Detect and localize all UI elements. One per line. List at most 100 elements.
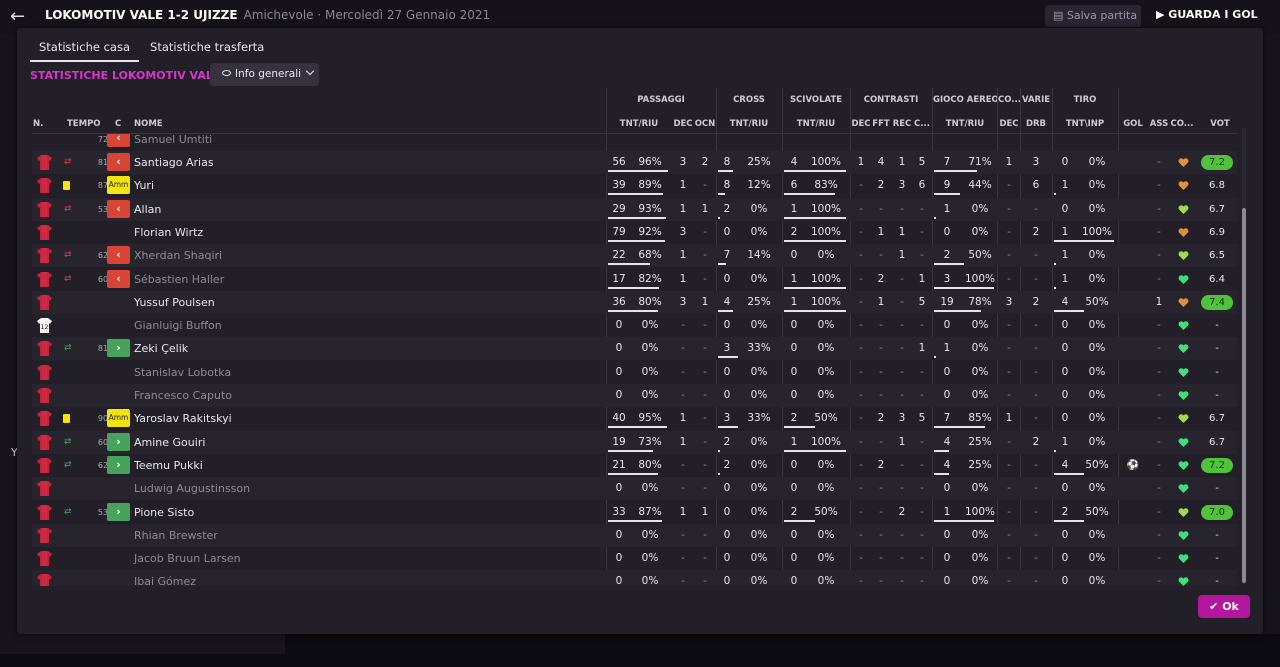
col-pass-dec[interactable]: DEC [672,119,694,131]
table-row[interactable]: ⇄ 62 ‹ Xherdan Shaqiri 22 68% 1-7 14% 0 0% - -1-2 50… [32,244,1237,268]
col-varie-drb[interactable]: DRB [1021,119,1051,131]
col-number[interactable]: N. [33,119,43,129]
player-name[interactable]: Samuel Umtiti [134,134,212,151]
table-row[interactable]: Ibai Gómez 0 0% - - 0 0% 0 0% - - - - 0 0% - - 0 0% - - [32,570,1237,586]
player-name[interactable]: Francesco Caputo [134,384,232,407]
table-row[interactable]: Jacob Bruun Larsen 0 0% - - 0 0% 0 0% - - - - 0 0% - - 0 0… [32,547,1237,570]
stat-cross-percent: 0% [750,202,768,215]
table-row[interactable]: ⇄ 60 ‹ Sébastien Haller 17 82% 1-0 0% 1 100% -2-1 3… [32,268,1237,291]
table-row[interactable]: Florian Wirtz 79 92% 3-0 0% 2 100% -1 1-0 0% -2 1 10… [32,221,1237,244]
stat-dribbles: 2 [1032,295,1040,308]
table-row[interactable]: ⇄ 62 › Teemu Pukki 21 80% - -2 0% 0 0% -2- -4 25% - -4 5… [32,454,1237,477]
col-tiro-tnt[interactable]: TNT\INP [1053,119,1117,131]
back-arrow-icon[interactable]: ← [10,6,25,27]
group-co: CO... [998,95,1020,105]
shirt-icon [37,248,52,264]
player-name[interactable]: Amine Gouiri [134,431,205,454]
col-co-dec[interactable]: DEC [998,119,1020,131]
player-name[interactable]: Santiago Arias [134,151,214,174]
stat-con-c: - [920,575,924,586]
table-row[interactable]: Francesco Caputo 0 0% - - 0 0% 0 0% - - - - 0 0% - - 0 0% -… [32,384,1237,407]
player-name[interactable]: Zeki Çelik [134,337,188,360]
table-row-partial[interactable]: 72 ‹ Samuel Umtiti [32,134,1237,151]
player-name[interactable]: Sébastien Haller [134,268,224,291]
table-row[interactable]: ⇄ 53 ‹ Allan 29 93% 1 1 2 0% 1 100% - - - -1 0% - -0 0% -6.7 [32,197,1237,221]
stats-tabs: Statistiche casa Statistiche trasferta [30,28,275,64]
table-row[interactable]: 90 Amm Yaroslav Rakitskyi 40 95% 1-3 33% 2 50% -2… [32,407,1237,430]
col-con-c[interactable]: C... [912,119,932,131]
table-row[interactable]: Stanislav Lobotka 0 0% - - 0 0% 0 0% - - - - 0 0% - - 0 0%… [32,361,1237,384]
stat-bar [784,193,836,196]
sub-on-arrows-icon: ⇄ [64,459,72,470]
player-name[interactable]: Ibai Gómez [134,570,196,586]
table-row[interactable]: Yussuf Poulsen 36 80% 3 1 4 25% 1 100% -1-5 19 78% 3… [32,290,1237,314]
table-row[interactable]: ⇄ 81 › Zeki Çelik 0 0% - -3 33% 0 0% - - -1 1 0% - -0 0% - - [32,337,1237,361]
col-ass[interactable]: ASS [1146,119,1172,131]
table-row[interactable]: 87 Amm Yuri 39 89% 1-8 12% 6 83% -2 3 6 9 44% -6 1 0% -6.… [32,174,1237,197]
stat-shots-percent: 0% [1088,319,1106,332]
player-name[interactable]: Xherdan Shaqiri [134,244,222,267]
stat-bar [1054,449,1056,452]
table-row[interactable]: 12 Gianluigi Buffon 0 0% - - 0 0% 0 0% - - - - 0 0% - - 0 0… [32,314,1237,337]
stat-dribbles: 2 [1032,435,1040,448]
stat-con-rec: 3 [898,179,906,192]
table-row[interactable]: Rhian Brewster 0 0% - - 0 0% 0 0% - - - - 0 0% - - 0 0% - - [32,523,1237,547]
col-pass-ocn[interactable]: OCN [694,119,716,131]
view-dropdown[interactable]: Info generali [210,63,319,86]
table-row[interactable]: ⇄ 53 › Pione Sisto 33 87% 1 1 0 0% 2 50% - -2-1 100% - -… [32,501,1237,524]
stat-bar [784,519,815,522]
col-cond[interactable]: CO... [1170,119,1194,131]
tab-home-stats[interactable]: Statistiche casa [30,28,140,62]
col-pass-tnt[interactable]: TNT/RIU [607,119,671,131]
stat-cross-percent: 0% [750,435,768,448]
scrollbar-thumb[interactable] [1242,208,1246,583]
table-row[interactable]: ⇄ 81 ‹ Santiago Arias 56 96% 3 2 8 25% 4 100% 1 4 1 5 7 7… [32,151,1237,174]
col-con-dec[interactable]: DEC [851,119,871,131]
sub-on-arrows-icon: ⇄ [64,506,72,517]
col-con-rec[interactable]: REC [892,119,912,131]
stat-co-dec: - [1007,389,1011,401]
shirt-icon [37,201,52,217]
col-c[interactable]: C [115,119,121,129]
player-name[interactable]: Stanislav Lobotka [134,361,231,384]
tab-away-stats[interactable]: Statistiche trasferta [141,28,273,62]
stat-pass-dec: - [681,458,685,471]
col-nome[interactable]: NOME [134,119,163,129]
table-row[interactable]: ⇄ 60 › Amine Gouiri 19 73% 1-2 0% 1 100% - -1-4 25% -… [32,430,1237,454]
col-aereo-tnt[interactable]: TNT/RIU [933,119,997,131]
player-name[interactable]: Florian Wirtz [134,221,203,244]
stat-co-dec: 3 [1005,295,1013,308]
player-name[interactable]: Yussuf Poulsen [134,291,215,314]
col-gol[interactable]: GOL [1120,119,1146,131]
player-name[interactable]: Teemu Pukki [134,454,203,477]
player-name[interactable]: Jacob Bruun Larsen [134,547,241,570]
ok-label: Ok [1222,600,1239,613]
ok-button[interactable]: ✔ Ok [1198,595,1250,618]
col-tempo[interactable]: TEMPO [67,119,101,129]
col-cross-tnt[interactable]: TNT/RIU [717,119,781,131]
player-name[interactable]: Ludwig Augustinsson [134,477,250,500]
table-row[interactable]: Ludwig Augustinsson 0 0% - - 0 0% 0 0% - - - - 0 0% - - 0… [32,477,1237,501]
save-match-button[interactable]: ▤ Salva partita [1045,5,1141,27]
col-con-fft[interactable]: FFT [871,119,891,131]
stat-assists: - [1157,202,1161,215]
condition-heart-icon [1178,321,1189,331]
player-name[interactable]: Rhian Brewster [134,524,218,547]
stat-tackle-percent: 0% [817,458,835,471]
stat-con-dec: - [859,179,863,192]
player-name[interactable]: Allan [134,198,161,221]
stat-aerial-percent: 0% [971,365,989,378]
match-rating: 6.8 [1209,180,1225,192]
player-name[interactable]: Pione Sisto [134,501,194,524]
stat-cross-percent: 0% [750,458,768,471]
stat-bar [934,216,936,219]
stat-bar [784,239,846,242]
stat-con-fft: - [879,319,883,332]
player-name[interactable]: Yuri [134,174,154,197]
stat-cross-tries: 2 [723,202,731,215]
player-name[interactable]: Gianluigi Buffon [134,314,222,337]
col-sciv-tnt[interactable]: TNT/RIU [783,119,849,131]
col-vot[interactable]: VOT [1200,119,1240,131]
watch-goals-button[interactable]: ▶ GUARDA I GOL [1156,8,1258,21]
player-name[interactable]: Yaroslav Rakitskyi [134,407,232,430]
